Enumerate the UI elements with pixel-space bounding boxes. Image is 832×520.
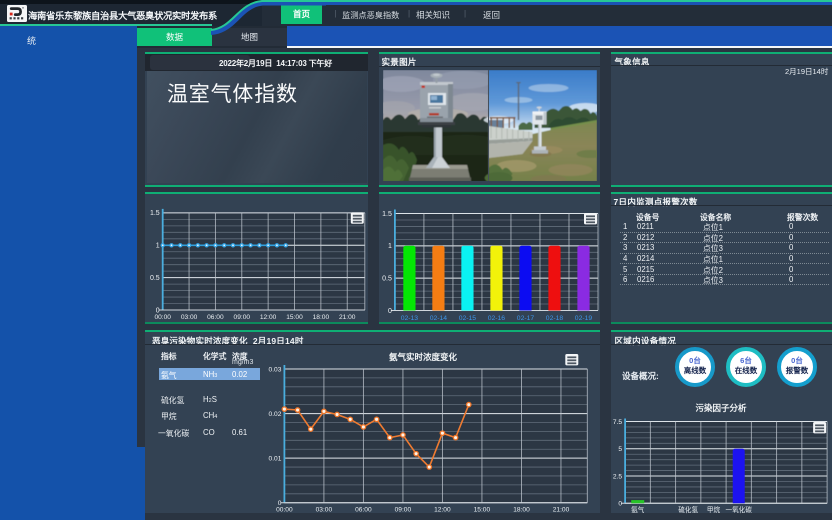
svg-text:0.5: 0.5	[150, 274, 160, 281]
svg-text:06:00: 06:00	[355, 507, 372, 514]
svg-text:03:00: 03:00	[316, 507, 333, 514]
svg-text:一氧化碳: 一氧化碳	[725, 505, 752, 514]
svg-text:0.5: 0.5	[382, 275, 392, 282]
svg-text:0.03: 0.03	[269, 366, 282, 373]
svg-text:02-15: 02-15	[459, 315, 477, 322]
svg-text:18:00: 18:00	[313, 314, 330, 321]
svg-text:7.5: 7.5	[612, 419, 621, 426]
svg-text:2.5: 2.5	[612, 473, 621, 480]
svg-text:02-16: 02-16	[488, 315, 506, 322]
svg-text:09:00: 09:00	[234, 314, 251, 321]
svg-text:02-14: 02-14	[430, 315, 448, 322]
svg-text:09:00: 09:00	[395, 507, 412, 514]
svg-text:5: 5	[618, 446, 622, 453]
svg-text:硫化氢: 硫化氢	[678, 505, 698, 514]
svg-text:0: 0	[618, 501, 622, 508]
svg-text:0.01: 0.01	[269, 455, 282, 462]
svg-text:1.5: 1.5	[150, 210, 160, 217]
svg-text:02-18: 02-18	[546, 315, 564, 322]
svg-text:15:00: 15:00	[474, 507, 491, 514]
svg-text:0.02: 0.02	[269, 411, 282, 418]
svg-text:21:00: 21:00	[553, 507, 570, 514]
svg-text:00:00: 00:00	[154, 314, 171, 321]
svg-text:1.5: 1.5	[382, 210, 392, 217]
svg-text:12:00: 12:00	[434, 507, 451, 514]
svg-text:21:00: 21:00	[339, 314, 356, 321]
svg-text:1: 1	[388, 243, 392, 250]
svg-text:1: 1	[156, 242, 160, 249]
svg-text:甲烷: 甲烷	[706, 505, 720, 514]
svg-text:氨气: 氨气	[631, 505, 645, 514]
svg-text:0: 0	[388, 307, 392, 314]
svg-text:02-13: 02-13	[401, 315, 419, 322]
svg-text:12:00: 12:00	[260, 314, 277, 321]
svg-text:氨气实时浓度变化: 氨气实时浓度变化	[389, 352, 458, 362]
svg-text:00:00: 00:00	[276, 507, 293, 514]
svg-text:15:00: 15:00	[286, 314, 303, 321]
svg-text:18:00: 18:00	[513, 507, 530, 514]
svg-text:03:00: 03:00	[181, 314, 198, 321]
svg-text:06:00: 06:00	[207, 314, 224, 321]
svg-text:02-19: 02-19	[575, 315, 593, 322]
svg-text:02-17: 02-17	[517, 315, 535, 322]
